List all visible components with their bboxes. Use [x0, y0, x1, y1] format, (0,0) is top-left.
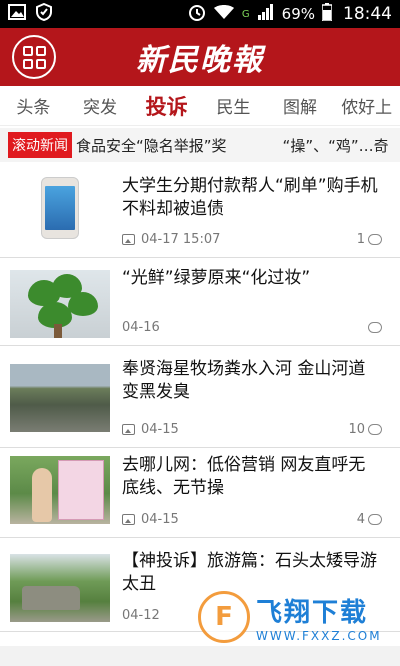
comment-count: 10	[348, 422, 365, 437]
watermark-title: 飞翔下载	[256, 597, 369, 628]
grid-menu-button[interactable]	[12, 35, 56, 79]
news-date: 04-17 15:07	[141, 232, 221, 247]
signal-icon	[257, 4, 275, 24]
watermark-url: WWW.FXXZ.COM	[256, 628, 382, 643]
news-date: 04-15	[141, 512, 179, 527]
category-tabs: 头条 突发 投诉 民生 图解 侬好上	[0, 86, 400, 126]
news-thumbnail	[10, 364, 110, 432]
app-logo: 新民晚報	[136, 43, 264, 78]
news-thumbnail	[10, 456, 110, 524]
tab-breaking[interactable]: 突发	[67, 93, 134, 118]
news-item[interactable]: “光鲜”绿萝原来“化过妆” 04-16	[0, 258, 400, 346]
clock-time: 18:44	[343, 4, 392, 24]
phone-image	[41, 177, 79, 239]
comment-count: 1	[356, 232, 365, 247]
battery-percent: 69%	[281, 5, 315, 23]
tab-headlines[interactable]: 头条	[0, 93, 67, 118]
bottom-bar	[0, 646, 400, 666]
ticker-item[interactable]: 食品安全“隐名举报”奖	[76, 137, 227, 155]
status-bar: G 69% 18:44	[0, 0, 400, 28]
comment-icon	[368, 424, 382, 435]
ticker-label: 滚动新闻	[8, 132, 72, 158]
news-date: 04-16	[122, 320, 160, 335]
picture-icon	[122, 424, 135, 435]
ticker-text[interactable]: 食品安全“隐名举报”奖 “操”、“鸡”…奇	[76, 135, 400, 156]
app-header: 新民晚報	[0, 28, 400, 86]
grid-menu-icon	[22, 45, 46, 69]
news-meta: 04-16	[122, 320, 382, 335]
tab-hello-shanghai[interactable]: 侬好上	[333, 93, 400, 118]
tab-infographics[interactable]: 图解	[267, 93, 334, 118]
comment-icon	[368, 514, 382, 525]
picture-icon	[122, 514, 135, 525]
news-item[interactable]: 大学生分期付款帮人“刷单”购手机 不料却被追债 04-17 15:07 1	[0, 166, 400, 258]
shield-icon	[36, 2, 52, 25]
download-site-watermark: F 飞翔下载 WWW.FXXZ.COM	[198, 588, 386, 646]
tab-complaints[interactable]: 投诉	[133, 91, 200, 121]
news-meta: 04-17 15:07 1	[122, 232, 382, 247]
wifi-icon	[213, 4, 235, 24]
tab-livelihood[interactable]: 民生	[200, 93, 267, 118]
news-list: 大学生分期付款帮人“刷单”购手机 不料却被追债 04-17 15:07 1 “光…	[0, 166, 400, 632]
news-meta: 04-15 10	[122, 422, 382, 437]
battery-icon	[321, 3, 333, 25]
watermark-logo-icon: F	[198, 591, 250, 643]
news-ticker[interactable]: 滚动新闻 食品安全“隐名举报”奖 “操”、“鸡”…奇	[0, 128, 400, 162]
picture-icon	[122, 234, 135, 245]
news-title: 去哪儿网：低俗营销 网友直呼无底线、无节操	[122, 455, 366, 498]
news-item[interactable]: 奉贤海星牧场粪水入河 金山河道变黑发臭 04-15 10	[0, 346, 400, 448]
alarm-icon	[188, 3, 206, 25]
comment-count: 4	[356, 512, 365, 527]
image-icon	[8, 4, 26, 24]
ticker-item[interactable]: “操”、“鸡”…奇	[283, 137, 389, 155]
news-item[interactable]: 去哪儿网：低俗营销 网友直呼无底线、无节操 04-15 4	[0, 448, 400, 538]
comment-icon	[368, 234, 382, 245]
news-thumbnail	[10, 176, 110, 240]
news-thumbnail	[10, 270, 110, 338]
news-title: 大学生分期付款帮人“刷单”购手机 不料却被追债	[122, 176, 378, 219]
news-title: 奉贤海星牧场粪水入河 金山河道变黑发臭	[122, 359, 366, 402]
comment-icon	[368, 322, 382, 333]
news-meta: 04-15 4	[122, 512, 382, 527]
news-thumbnail	[10, 554, 110, 622]
news-date: 04-15	[141, 422, 179, 437]
network-type: G	[241, 8, 250, 20]
news-date: 04-12	[122, 608, 160, 623]
news-title: “光鲜”绿萝原来“化过妆”	[122, 268, 311, 288]
